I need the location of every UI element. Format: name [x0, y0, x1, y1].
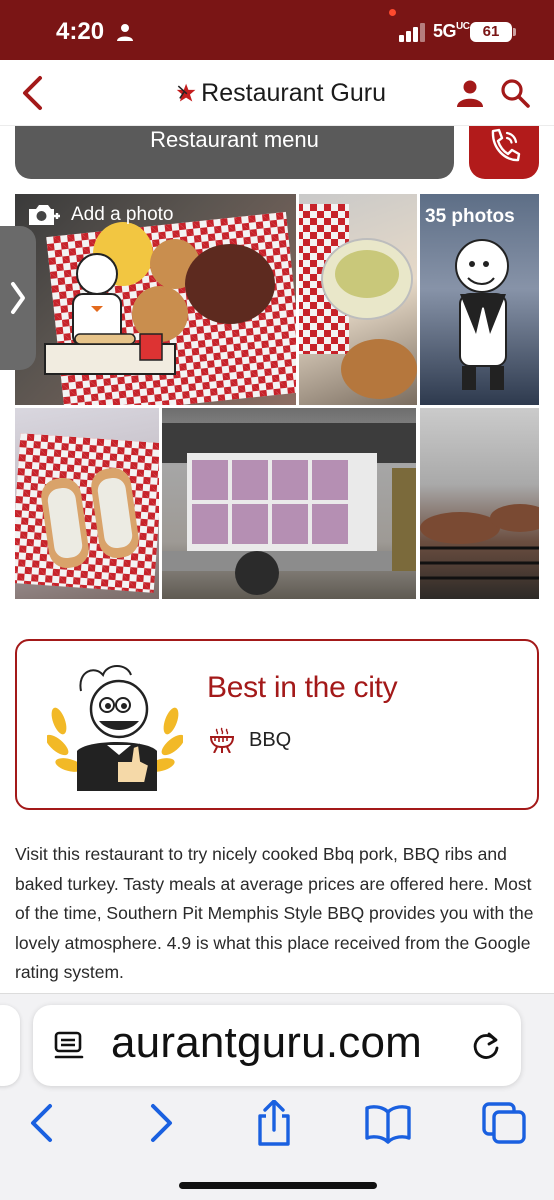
food-illustration [41, 467, 139, 569]
signal-icon [399, 23, 425, 42]
share-icon[interactable] [250, 1100, 298, 1146]
person-icon [117, 24, 133, 41]
tabs-icon[interactable] [480, 1100, 528, 1146]
camera-plus-icon [29, 205, 60, 225]
user-icon[interactable] [453, 76, 487, 110]
battery-tip [513, 28, 516, 36]
site-logo[interactable]: Restaurant Guru [176, 76, 386, 110]
browser-forward-icon[interactable] [137, 1100, 185, 1146]
add-photo-button[interactable]: Add a photo [27, 202, 173, 228]
grill-illustration [420, 504, 539, 580]
food-truck-illustration [162, 423, 416, 595]
reload-icon[interactable] [469, 1028, 503, 1062]
best-in-city-card[interactable]: Best in the city BBQ [15, 639, 539, 810]
photo-tile[interactable] [299, 194, 417, 405]
photos-count[interactable]: 35 photos [425, 206, 515, 228]
recording-dot-icon [389, 9, 396, 16]
address-bar[interactable]: aurantguru.com [33, 1005, 521, 1086]
previous-tab[interactable] [0, 1005, 20, 1086]
chevron-right-icon [11, 282, 25, 314]
page-menu-icon[interactable] [53, 1030, 85, 1062]
award-title: Best in the city [207, 671, 398, 704]
clock: 4:20 [56, 18, 105, 45]
side-panel-handle[interactable] [0, 226, 36, 370]
network-label: 5GUC [433, 21, 470, 42]
battery-icon: 61 [470, 22, 512, 42]
search-icon[interactable] [498, 76, 532, 110]
logo-star-icon [176, 83, 196, 102]
food-illustration [321, 238, 417, 399]
back-chevron-icon[interactable] [16, 74, 50, 112]
grill-icon [209, 727, 235, 753]
photo-tile[interactable] [420, 408, 539, 599]
phone-icon [491, 128, 521, 162]
browser-chrome: aurantguru.com [0, 993, 554, 1200]
photo-tile[interactable] [15, 408, 159, 599]
photo-tile[interactable]: 35 photos [420, 194, 539, 405]
site-header: Restaurant Guru [0, 60, 554, 126]
url-text: aurantguru.com [111, 1018, 422, 1067]
restaurant-menu-label: Restaurant menu [150, 127, 319, 152]
cuisine-label: BBQ [249, 729, 292, 751]
network-type: 5G [433, 21, 457, 41]
photo-tile[interactable] [162, 408, 416, 599]
home-indicator[interactable] [179, 1182, 377, 1189]
photo-gallery: Add a photo 35 photos [15, 194, 539, 599]
bookmarks-icon[interactable] [364, 1100, 412, 1146]
add-photo-label: Add a photo [71, 204, 174, 225]
chef-thumbs-up-icon [47, 665, 183, 791]
restaurant-description: Visit this restaurant to try nicely cook… [15, 844, 534, 982]
site-title: Restaurant Guru [201, 78, 386, 107]
browser-back-icon[interactable] [18, 1100, 66, 1146]
network-suffix: UC [456, 21, 470, 32]
photo-tile[interactable]: Add a photo [15, 194, 296, 405]
status-bar: 4:20 5GUC 61 [0, 0, 554, 60]
